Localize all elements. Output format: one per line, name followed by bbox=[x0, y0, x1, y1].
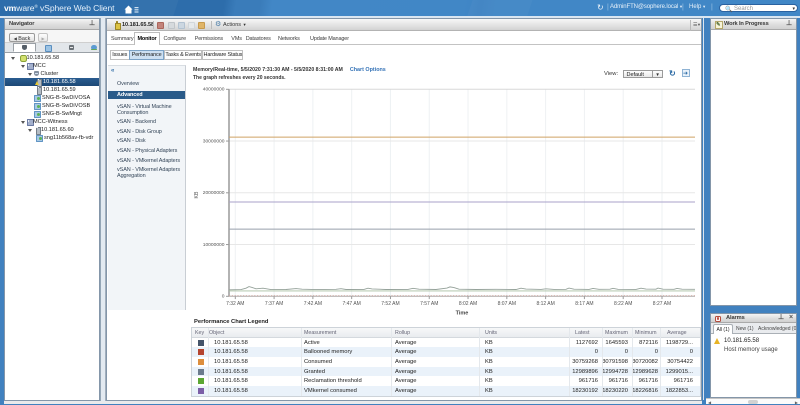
svg-text:7:37 AM: 7:37 AM bbox=[265, 301, 283, 307]
svg-text:8:02 AM: 8:02 AM bbox=[459, 301, 477, 307]
svg-text:KB: KB bbox=[194, 191, 200, 198]
svg-text:8:07 AM: 8:07 AM bbox=[498, 301, 516, 307]
svg-text:8:17 AM: 8:17 AM bbox=[575, 301, 593, 307]
svg-text:7:47 AM: 7:47 AM bbox=[342, 301, 360, 307]
svg-text:7:42 AM: 7:42 AM bbox=[304, 301, 322, 307]
svg-text:Time: Time bbox=[456, 310, 469, 316]
svg-text:8:22 AM: 8:22 AM bbox=[614, 301, 632, 307]
svg-text:7:57 AM: 7:57 AM bbox=[420, 301, 438, 307]
svg-text:7:32 AM: 7:32 AM bbox=[226, 301, 244, 307]
svg-text:7:52 AM: 7:52 AM bbox=[381, 301, 399, 307]
svg-text:0: 0 bbox=[222, 294, 225, 300]
svg-text:8:27 AM: 8:27 AM bbox=[653, 301, 671, 307]
svg-text:30000000: 30000000 bbox=[203, 138, 225, 144]
svg-text:8:12 AM: 8:12 AM bbox=[536, 301, 554, 307]
svg-text:20000000: 20000000 bbox=[203, 190, 225, 196]
svg-text:40000000: 40000000 bbox=[203, 87, 225, 93]
svg-text:10000000: 10000000 bbox=[203, 242, 225, 248]
